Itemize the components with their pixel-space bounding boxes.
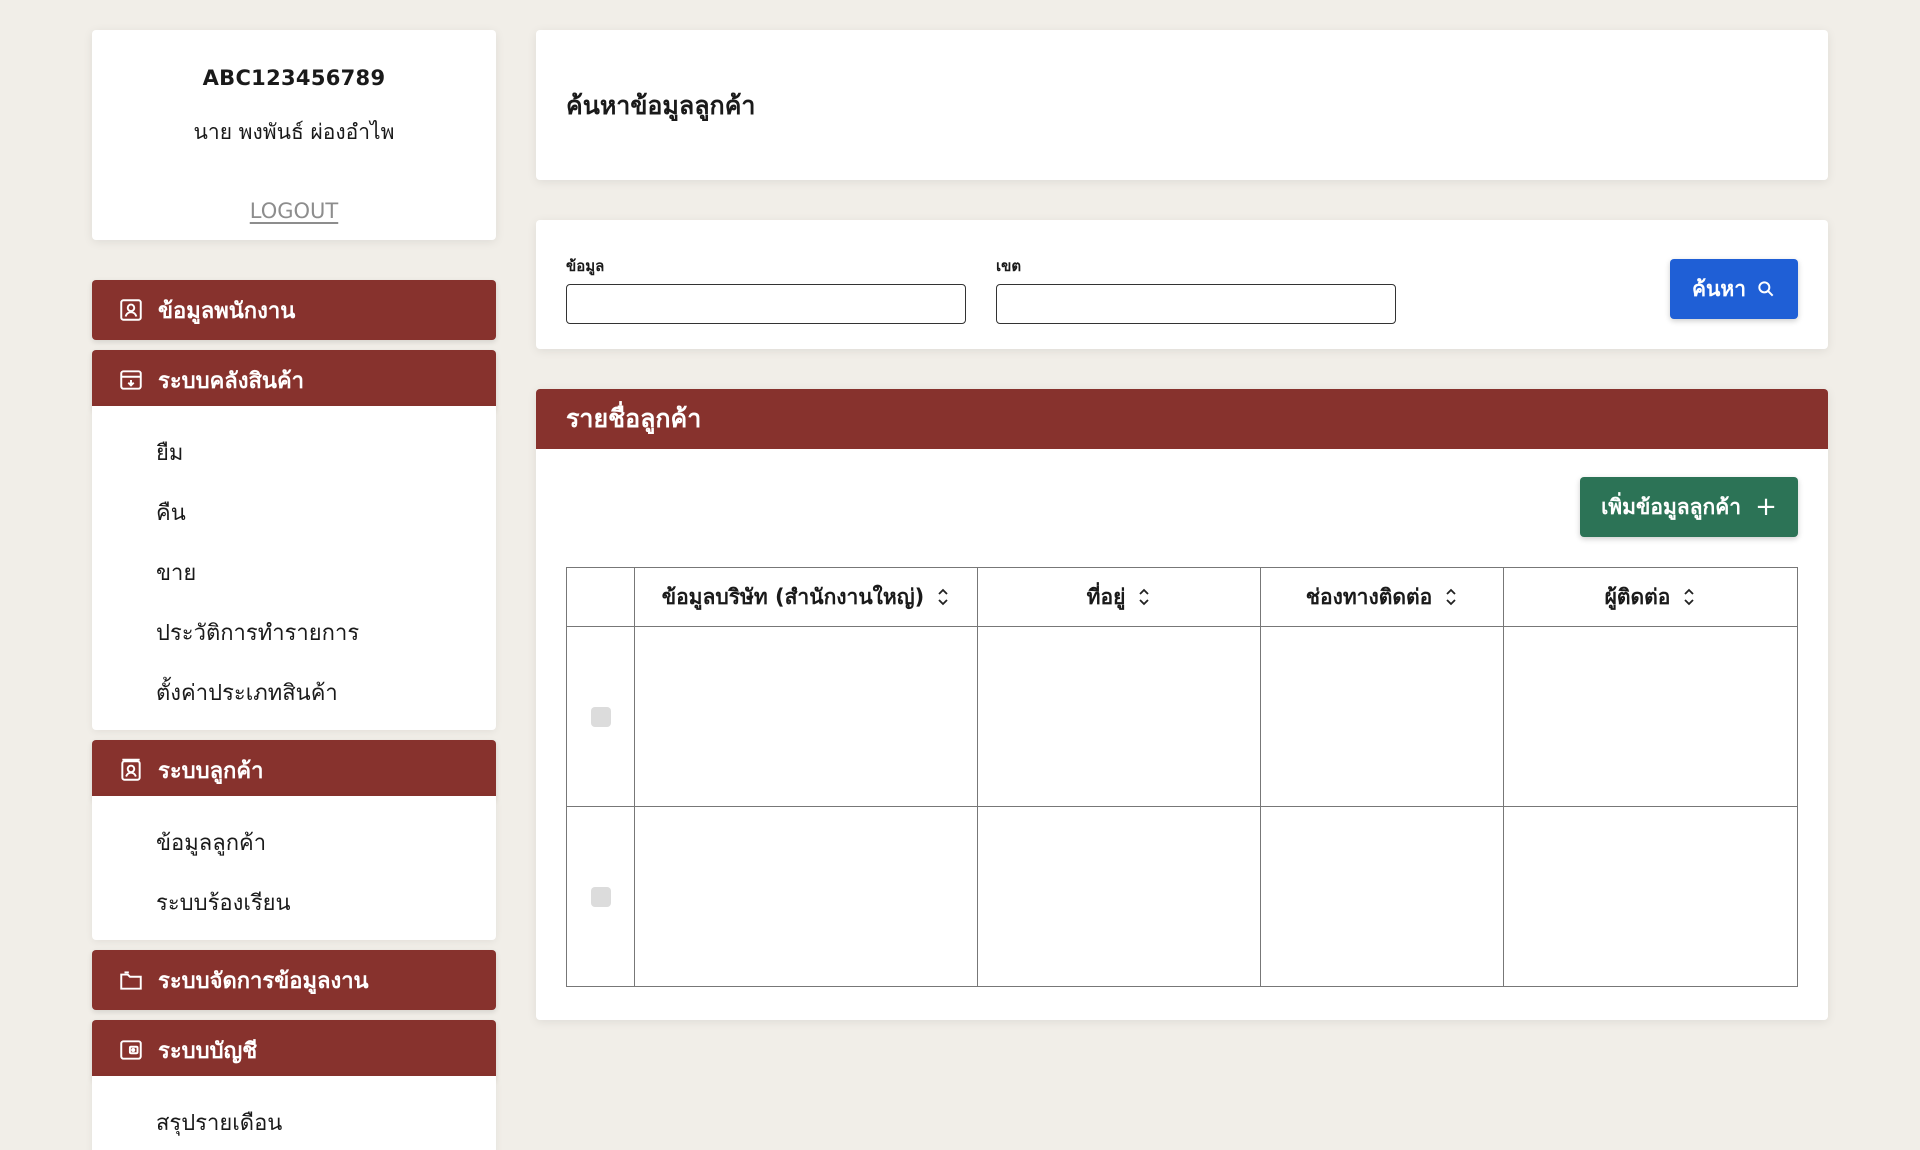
wallet-icon — [118, 1037, 144, 1063]
header-contact-person[interactable]: ผู้ติดต่อ — [1503, 567, 1798, 627]
menu-documents[interactable]: ระบบจัดการข้อมูลงาน — [92, 950, 496, 1010]
logout-link[interactable]: LOGOUT — [250, 199, 338, 223]
submenu-monthly-summary[interactable]: สรุปรายเดือน — [92, 1092, 496, 1150]
archive-box-icon — [118, 367, 144, 393]
district-field: เขต — [996, 254, 1396, 324]
sort-icon[interactable] — [1444, 586, 1458, 608]
submenu-borrow[interactable]: ยืม — [92, 422, 496, 482]
submenu-sell[interactable]: ขาย — [92, 542, 496, 602]
sort-icon[interactable] — [1137, 586, 1151, 608]
search-card: ข้อมูล เขต ค้นหา — [536, 220, 1828, 349]
district-input[interactable] — [996, 284, 1396, 324]
sidebar: ABC123456789 นาย พงพันธ์ ผ่องอำไพ LOGOUT… — [92, 30, 496, 1150]
menu-employee-label: ข้อมูลพนักงาน — [158, 298, 296, 324]
header-contact-channel-label: ช่องทางติดต่อ — [1305, 584, 1433, 609]
table-cell — [634, 806, 978, 987]
plus-icon: + — [1755, 492, 1777, 522]
submenu-history[interactable]: ประวัติการทำรายการ — [92, 602, 496, 662]
header-address[interactable]: ที่อยู่ — [977, 567, 1261, 627]
menu-warehouse[interactable]: ระบบคลังสินค้า — [92, 350, 496, 410]
warehouse-submenu: ยืม คืน ขาย ประวัติการทำรายการ ตั้งค่าปร… — [92, 406, 496, 730]
table-row — [566, 806, 1798, 987]
sort-icon[interactable] — [1682, 586, 1696, 608]
header-company-info-label: ข้อมูลบริษัท (สำนักงานใหญ่) — [661, 584, 925, 609]
customer-table: ข้อมูลบริษัท (สำนักงานใหญ่) ที่อยู่ ช่อง… — [566, 567, 1798, 987]
table-cell — [634, 626, 978, 807]
menu-group-documents: ระบบจัดการข้อมูลงาน — [92, 950, 496, 1010]
table-cell — [977, 626, 1261, 807]
menu-customer-label: ระบบลูกค้า — [158, 758, 264, 784]
table-cell — [1260, 806, 1504, 987]
menu-group-warehouse: ระบบคลังสินค้า ยืม คืน ขาย ประวัติการทำร… — [92, 350, 496, 730]
id-card-icon — [118, 297, 144, 323]
menu-warehouse-label: ระบบคลังสินค้า — [158, 368, 305, 394]
row-checkbox[interactable] — [590, 706, 611, 727]
row-checkbox-cell — [566, 626, 635, 807]
info-input[interactable] — [566, 284, 966, 324]
header-address-label: ที่อยู่ — [1086, 584, 1126, 609]
table-cell — [1503, 626, 1798, 807]
customer-submenu: ข้อมูลลูกค้า ระบบร้องเรียน — [92, 796, 496, 940]
table-row — [566, 626, 1798, 807]
customer-list-title: รายชื่อลูกค้า — [536, 389, 1828, 449]
title-card: ค้นหาข้อมูลลูกค้า — [536, 30, 1828, 180]
page: ABC123456789 นาย พงพันธ์ ผ่องอำไพ LOGOUT… — [0, 0, 1920, 1150]
table-header-row: ข้อมูลบริษัท (สำนักงานใหญ่) ที่อยู่ ช่อง… — [566, 567, 1798, 627]
submenu-return[interactable]: คืน — [92, 482, 496, 542]
employee-name: นาย พงพันธ์ ผ่องอำไพ — [193, 120, 395, 144]
menu-group-accounting: ระบบบัญชี สรุปรายเดือน — [92, 1020, 496, 1150]
submenu-product-type-settings[interactable]: ตั้งค่าประเภทสินค้า — [92, 662, 496, 722]
row-checkbox-cell — [566, 806, 635, 987]
profile-card: ABC123456789 นาย พงพันธ์ ผ่องอำไพ LOGOUT — [92, 30, 496, 240]
main-content: ค้นหาข้อมูลลูกค้า ข้อมูล เขต ค้นหา รายชื… — [536, 30, 1828, 1020]
menu-accounting[interactable]: ระบบบัญชี — [92, 1020, 496, 1080]
search-icon — [1758, 281, 1774, 297]
search-button[interactable]: ค้นหา — [1670, 259, 1798, 319]
table-cell — [1260, 626, 1504, 807]
info-field: ข้อมูล — [566, 254, 966, 324]
page-title: ค้นหาข้อมูลลูกค้า — [566, 91, 756, 120]
accounting-submenu: สรุปรายเดือน — [92, 1076, 496, 1150]
header-checkbox-column — [566, 567, 635, 627]
submenu-customer-info[interactable]: ข้อมูลลูกค้า — [92, 812, 496, 872]
submenu-complaints[interactable]: ระบบร้องเรียน — [92, 872, 496, 932]
table-cell — [1503, 806, 1798, 987]
header-company-info[interactable]: ข้อมูลบริษัท (สำนักงานใหญ่) — [634, 567, 978, 627]
table-cell — [977, 806, 1261, 987]
header-contact-channel[interactable]: ช่องทางติดต่อ — [1260, 567, 1504, 627]
menu-accounting-label: ระบบบัญชี — [158, 1038, 258, 1064]
sort-icon[interactable] — [936, 586, 950, 608]
district-field-label: เขต — [996, 257, 1022, 275]
header-contact-person-label: ผู้ติดต่อ — [1604, 584, 1671, 609]
add-customer-button-label: เพิ่มข้อมูลลูกค้า — [1601, 494, 1742, 519]
search-button-label: ค้นหา — [1691, 276, 1747, 301]
menu-documents-label: ระบบจัดการข้อมูลงาน — [158, 968, 369, 994]
contact-card-icon — [118, 757, 144, 783]
menu-group-customer: ระบบลูกค้า ข้อมูลลูกค้า ระบบร้องเรียน — [92, 740, 496, 940]
menu-employee[interactable]: ข้อมูลพนักงาน — [92, 280, 496, 340]
add-customer-button[interactable]: เพิ่มข้อมูลลูกค้า + — [1580, 477, 1798, 537]
customer-list-card: รายชื่อลูกค้า เพิ่มข้อมูลลูกค้า + ข้อมูล… — [536, 389, 1828, 1020]
info-field-label: ข้อมูล — [566, 257, 605, 275]
menu-group-employee: ข้อมูลพนักงาน — [92, 280, 496, 340]
folder-icon — [118, 967, 144, 993]
menu-customer[interactable]: ระบบลูกค้า — [92, 740, 496, 800]
row-checkbox[interactable] — [590, 886, 611, 907]
employee-code: ABC123456789 — [202, 66, 386, 90]
